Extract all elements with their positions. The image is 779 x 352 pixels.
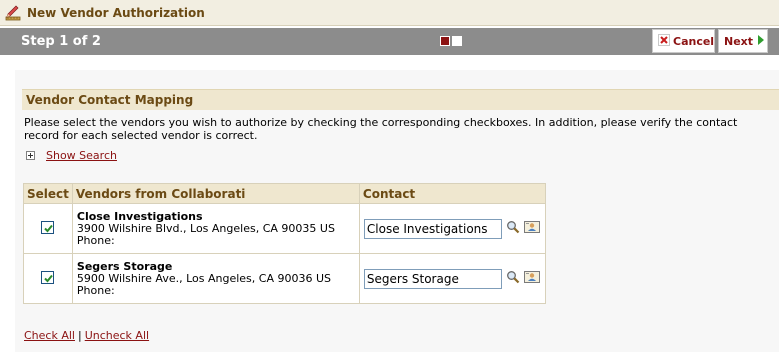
vendor-cell: Close Investigations 3900 Wilshire Blvd.… [71, 203, 360, 254]
table-row: Close Investigations 3900 Wilshire Blvd.… [23, 203, 547, 254]
select-cell [23, 253, 73, 304]
checkmark-icon [44, 224, 54, 232]
contact-cell [358, 253, 547, 304]
magnifier-icon[interactable] [506, 220, 520, 237]
table-row: Segers Storage 5900 Wilshire Ave., Los A… [23, 253, 547, 304]
expand-plus-icon[interactable] [26, 151, 35, 160]
contact-card-icon[interactable] [523, 270, 540, 287]
vendor-table: Select Vendors from Collaborati Contact … [23, 183, 547, 304]
table-header-row: Select Vendors from Collaborati Contact [23, 183, 547, 204]
cancel-button-label: Cancel [673, 34, 715, 48]
step-dot-current [440, 36, 450, 46]
check-all-link[interactable]: Check All [24, 329, 75, 342]
window-titlebar: New Vendor Authorization [0, 0, 779, 26]
link-separator: | [77, 329, 82, 342]
column-header-select: Select [23, 183, 73, 204]
step-dots [440, 36, 462, 46]
column-header-vendors: Vendors from Collaborati [71, 183, 360, 204]
step-dot-next [452, 36, 462, 46]
window-title: New Vendor Authorization [27, 5, 205, 20]
contact-card-icon[interactable] [523, 220, 540, 237]
section-title: Vendor Contact Mapping [22, 89, 779, 110]
vendor-address: 5900 Wilshire Ave., Los Angeles, CA 9003… [76, 271, 331, 285]
uncheck-all-link[interactable]: Uncheck All [85, 329, 149, 342]
vendor-cell: Segers Storage 5900 Wilshire Ave., Los A… [71, 253, 360, 304]
show-search-toggle[interactable]: Show Search [26, 149, 117, 162]
contact-field[interactable] [363, 218, 502, 239]
select-cell [23, 203, 73, 254]
contact-cell [358, 203, 547, 254]
vendor-name: Segers Storage [76, 259, 173, 273]
vendor-phone: Phone: [76, 283, 115, 297]
pencil-ruler-icon [5, 5, 21, 21]
cancel-x-icon [658, 33, 670, 49]
vendor-checkbox[interactable] [41, 220, 55, 234]
show-search-link[interactable]: Show Search [46, 149, 117, 162]
footer-links: Check All | Uncheck All [24, 329, 149, 342]
vendor-name: Close Investigations [76, 209, 203, 223]
next-button-label: Next [724, 34, 754, 48]
vendor-checkbox[interactable] [41, 270, 55, 284]
checkmark-icon [44, 274, 54, 282]
step-indicator: Step 1 of 2 [21, 34, 101, 49]
arrow-right-icon [757, 34, 765, 49]
instructions-text: Please select the vendors you wish to au… [24, 116, 738, 142]
column-header-contact: Contact [358, 183, 547, 204]
next-button[interactable]: Next [718, 29, 768, 53]
contact-field[interactable] [363, 268, 502, 289]
vendor-phone: Phone: [76, 233, 115, 247]
cancel-button[interactable]: Cancel [652, 29, 715, 53]
magnifier-icon[interactable] [506, 270, 520, 287]
vendor-address: 3900 Wilshire Blvd., Los Angeles, CA 900… [76, 221, 335, 235]
